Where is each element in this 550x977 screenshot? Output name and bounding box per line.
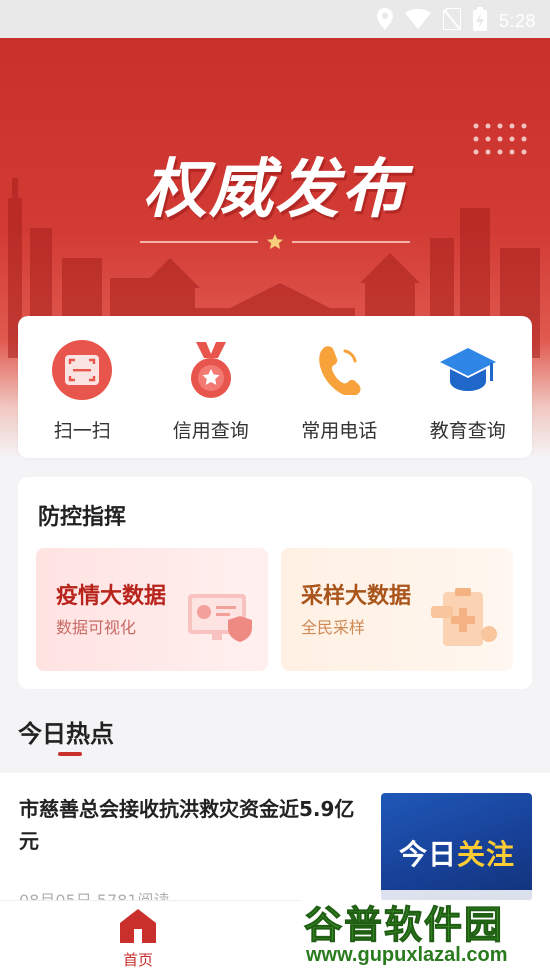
tile-subtitle: 数据可视化 (56, 618, 137, 637)
status-time: 5:28 (498, 10, 536, 31)
hot-today-title: 今日热点 (18, 720, 114, 748)
dashboard-shield-icon (188, 594, 252, 642)
quick-actions-card: 扫一扫 信用查询 常用电话 教育查询 (18, 316, 532, 458)
news-thumbnail: 今日关注 (381, 793, 532, 901)
quick-action-credit[interactable]: 信用查询 (147, 316, 276, 458)
wifi-icon (404, 8, 431, 33)
quick-action-education[interactable]: 教育查询 (404, 316, 533, 458)
epidemic-data-tile[interactable]: 疫情大数据 数据可视化 (36, 548, 268, 671)
quick-action-phone[interactable]: 常用电话 (275, 316, 404, 458)
hero-star-divider (140, 234, 410, 249)
thumbnail-caption-a: 今日 (399, 838, 458, 871)
quick-action-label: 扫一扫 (53, 420, 111, 442)
battery-charging-icon (472, 7, 487, 35)
location-icon (376, 8, 393, 34)
thumbnail-caption: 今日关注 (399, 833, 515, 873)
home-icon (120, 909, 156, 943)
app-screen: 5:28 权威发布 扫一扫 信用查询 常用电话 教育查询 防控指挥 疫情大数据 … (0, 0, 550, 977)
tab-home-label: 首页 (122, 951, 153, 969)
tile-title: 疫情大数据 (56, 584, 167, 609)
status-bar: 5:28 (0, 0, 550, 38)
no-sim-icon (441, 7, 462, 34)
site-watermark: 谷普软件园 www.gupuxlazal.com (300, 890, 550, 977)
phone-icon (307, 338, 371, 402)
clipboard-plus-icon (431, 588, 497, 646)
watermark-url: www.gupuxlazal.com (306, 944, 508, 966)
scan-icon (50, 338, 114, 402)
quick-action-label: 教育查询 (429, 420, 506, 442)
hero-title: 权威发布 (143, 152, 407, 227)
credit-medal-icon (179, 338, 243, 402)
hot-title-underline (58, 752, 82, 756)
tab-home[interactable]: 首页 (106, 909, 170, 970)
tile-subtitle: 全民采样 (301, 618, 366, 637)
news-headline: 市慈善总会接收抗洪救灾资金近5.9亿元 (19, 797, 355, 853)
prevention-title: 防控指挥 (38, 505, 127, 530)
tile-title: 采样大数据 (301, 584, 412, 609)
graduation-cap-icon (436, 338, 500, 402)
sampling-data-tile[interactable]: 采样大数据 全民采样 (281, 548, 513, 671)
prevention-card: 防控指挥 疫情大数据 数据可视化 采样大数据 全民采样 (18, 477, 532, 689)
quick-action-scan[interactable]: 扫一扫 (18, 316, 147, 458)
quick-action-label: 常用电话 (301, 420, 378, 442)
quick-action-label: 信用查询 (172, 420, 249, 442)
watermark-logo: 谷普软件园 (303, 903, 505, 948)
thumbnail-caption-b: 关注 (457, 838, 516, 871)
